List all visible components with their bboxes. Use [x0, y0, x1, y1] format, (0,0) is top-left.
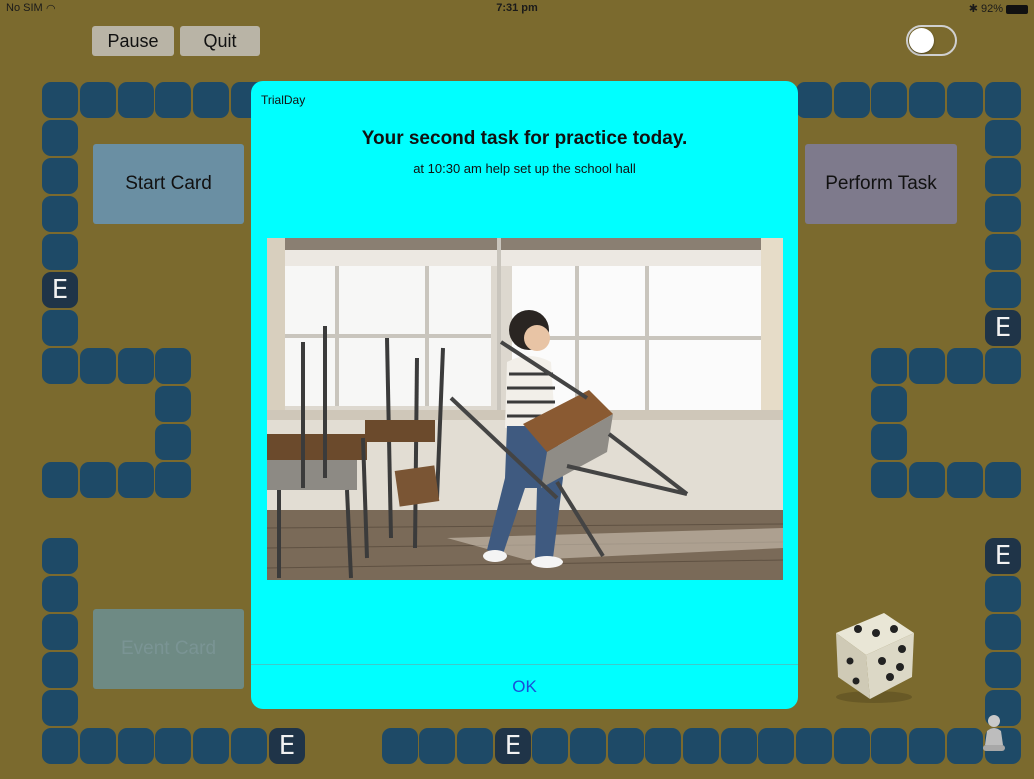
- board-tile: [457, 728, 493, 764]
- board-tile: [155, 348, 191, 384]
- board-tile: [155, 462, 191, 498]
- board-tile: [985, 272, 1021, 308]
- event-tile: E: [495, 728, 531, 764]
- board-tile: [42, 652, 78, 688]
- dice-icon[interactable]: [826, 607, 918, 703]
- status-bar: No SIM ◠ 7:31 pm ✱ 92%: [0, 0, 1034, 18]
- board-tile: [532, 728, 568, 764]
- board-tile: [42, 234, 78, 270]
- event-tile: E: [985, 310, 1021, 346]
- board-tile: [985, 196, 1021, 232]
- board-tile: [985, 652, 1021, 688]
- board-tile: [909, 348, 945, 384]
- board-tile: [871, 348, 907, 384]
- board-tile: [80, 728, 116, 764]
- board-tile: [834, 82, 870, 118]
- board-tile: [231, 728, 267, 764]
- board-tile: [42, 690, 78, 726]
- board-tile: [118, 462, 154, 498]
- board-tile: [42, 158, 78, 194]
- bluetooth-icon: ✱: [968, 3, 981, 15]
- board-tile: [985, 158, 1021, 194]
- board-tile: [645, 728, 681, 764]
- battery-percent: 92%: [980, 3, 1003, 15]
- event-tile: E: [42, 272, 78, 308]
- settings-toggle[interactable]: [906, 25, 957, 56]
- board-tile: [985, 120, 1021, 156]
- board-tile: [570, 728, 606, 764]
- board-tile: [834, 728, 870, 764]
- board-tile: [871, 82, 907, 118]
- board-tile: [155, 728, 191, 764]
- battery-icon: [1006, 4, 1028, 14]
- board-tile: [118, 348, 154, 384]
- board-tile: [909, 82, 945, 118]
- board-tile: [80, 462, 116, 498]
- board-tile: [42, 196, 78, 232]
- board-tile: [382, 728, 418, 764]
- ok-button[interactable]: OK: [251, 665, 798, 709]
- dialog-title: Your second task for practice today.: [361, 128, 688, 149]
- board-tile: [947, 462, 983, 498]
- player-pawn-icon: [983, 715, 1005, 751]
- board-tile: [985, 234, 1021, 270]
- board-tile: [155, 82, 191, 118]
- board-tile: [42, 462, 78, 498]
- dialog-message: at 10:30 am help set up the school hall: [413, 161, 636, 176]
- task-photo: [267, 238, 783, 580]
- pause-button[interactable]: Pause: [92, 26, 174, 56]
- board-tile: [193, 82, 229, 118]
- board-tile: [155, 386, 191, 422]
- board-tile: [42, 538, 78, 574]
- board-tile: [42, 728, 78, 764]
- board-tile: [796, 728, 832, 764]
- board-tile: [42, 348, 78, 384]
- event-tile: E: [269, 728, 305, 764]
- start-card[interactable]: Start Card: [93, 144, 244, 224]
- event-card[interactable]: Event Card: [93, 609, 244, 689]
- board-tile: [871, 386, 907, 422]
- board-tile: [42, 82, 78, 118]
- toggle-knob: [909, 28, 934, 53]
- board-tile: [118, 82, 154, 118]
- board-tile: [118, 728, 154, 764]
- board-tile: [42, 614, 78, 650]
- board-tile: [985, 576, 1021, 612]
- board-tile: [419, 728, 455, 764]
- board-tile: [42, 120, 78, 156]
- board-tile: [947, 82, 983, 118]
- board-tile: [80, 82, 116, 118]
- board-tile: [42, 310, 78, 346]
- board-tile: [193, 728, 229, 764]
- board-tile: [985, 348, 1021, 384]
- board-tile: [871, 424, 907, 460]
- event-tile: E: [985, 538, 1021, 574]
- battery-indicator: ✱ 92%: [969, 2, 1028, 15]
- board-tile: [909, 462, 945, 498]
- board-tile: [758, 728, 794, 764]
- board-tile: [608, 728, 644, 764]
- board-tile: [871, 462, 907, 498]
- dialog-app-name: TrialDay: [261, 93, 306, 107]
- board-tile: [871, 728, 907, 764]
- perform-task-card[interactable]: Perform Task: [805, 144, 957, 224]
- board-tile: [155, 424, 191, 460]
- board-tile: [985, 462, 1021, 498]
- board-tile: [985, 614, 1021, 650]
- board-tile: [721, 728, 757, 764]
- board-tile: [42, 576, 78, 612]
- board-tile: [947, 348, 983, 384]
- board-tile: [80, 348, 116, 384]
- board-tile: [985, 82, 1021, 118]
- status-time: 7:31 pm: [496, 2, 538, 14]
- board-tile: [909, 728, 945, 764]
- task-dialog: TrialDay Your second task for practice t…: [251, 81, 798, 709]
- board-tile: [683, 728, 719, 764]
- quit-button[interactable]: Quit: [180, 26, 260, 56]
- board-tile: [796, 82, 832, 118]
